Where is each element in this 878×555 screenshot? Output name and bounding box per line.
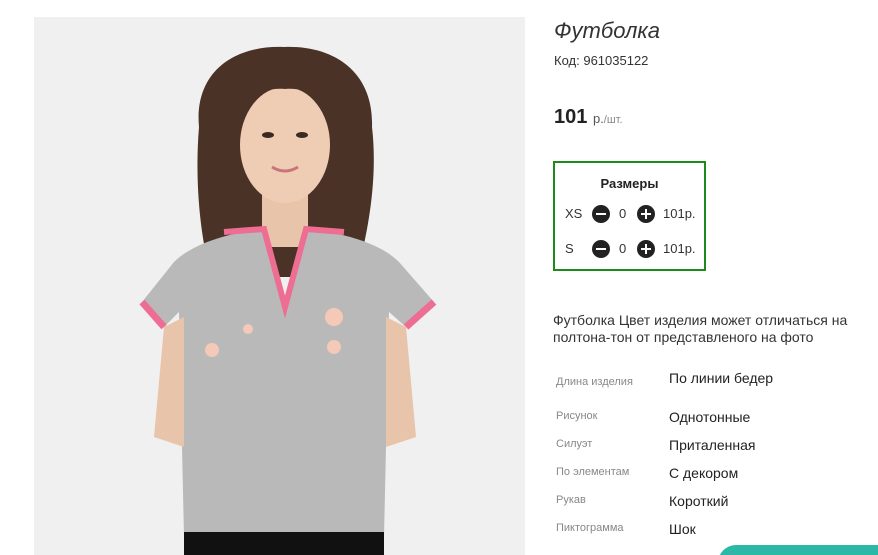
minus-circle-icon[interactable] [592,205,610,223]
size-row-xs: XS 0 101р. [555,204,704,224]
size-quantity: 0 [619,206,627,221]
product-description: Футболка Цвет изделия может отличаться н… [553,312,848,345]
property-value: С декором [669,465,739,481]
property-value: Приталенная [669,437,756,453]
property-value: Шок [669,521,696,537]
size-price: 101р. [663,206,696,221]
price-value: 101 [554,106,588,128]
property-key: По элементам [556,466,630,478]
product-title: Футболка [554,18,660,43]
price-per-unit: /шт. [603,114,623,126]
size-label: XS [565,206,583,221]
size-row-s: S 0 101р. [555,239,704,259]
product-page: Футболка Код: 961035122 101 р./шт. Разме… [0,0,878,555]
property-value: Короткий [669,493,729,509]
property-value: По линии бедер [669,370,774,386]
size-quantity: 0 [619,241,627,256]
size-selector-heading: Размеры [600,176,659,191]
price-currency: р. [592,111,604,126]
property-key: Рисунок [556,410,598,422]
size-price: 101р. [663,241,696,256]
property-value: Однотонные [669,409,751,425]
size-selector: Размеры XS 0 101р. S 0 101р. [553,161,706,271]
property-key: Длина изделия [556,376,633,388]
product-photo[interactable] [34,17,525,555]
floating-tab[interactable] [718,545,878,555]
plus-circle-icon[interactable] [637,240,655,258]
product-code-value: 961035122 [583,53,649,68]
property-key: Пиктограмма [556,522,624,534]
plus-circle-icon[interactable] [637,205,655,223]
property-key: Рукав [556,494,586,506]
product-price: 101 р./шт. [554,106,623,129]
property-key: Силуэт [556,438,593,450]
product-code-label: Код: [554,53,580,68]
product-code: Код: 961035122 [554,53,648,68]
minus-circle-icon[interactable] [592,240,610,258]
size-label: S [565,241,574,256]
